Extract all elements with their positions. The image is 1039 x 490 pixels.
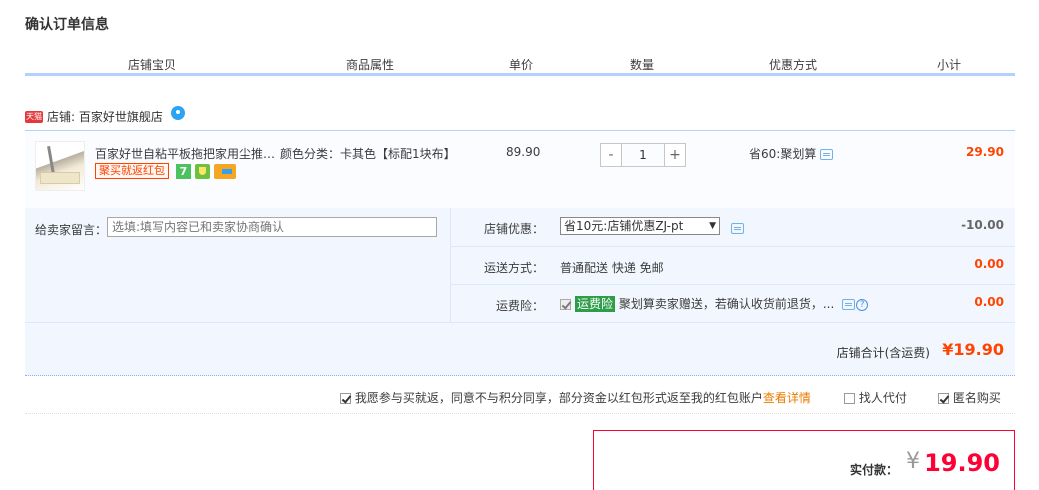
qty-input[interactable]: 1: [622, 143, 664, 167]
quantity-stepper: - 1 +: [600, 143, 686, 167]
help-icon[interactable]: ?: [856, 298, 869, 311]
column-discount: 优惠方式: [769, 58, 818, 72]
options-divider: [450, 208, 451, 322]
item-subtotal: 29.90: [966, 145, 1004, 159]
shipping-amount: 0.00: [974, 257, 1004, 271]
qty-plus-button[interactable]: +: [664, 143, 686, 167]
item-title-link[interactable]: 百家好世自粘平板拖把家用尘推…: [95, 145, 275, 162]
mop-pad-shape: [40, 172, 80, 184]
column-qty: 数量: [630, 58, 655, 72]
shop-coupon-amount: -10.00: [961, 218, 1004, 232]
credit-card-icon[interactable]: [214, 164, 236, 179]
rebate-details-link[interactable]: 查看详情: [763, 391, 811, 405]
insurance-amount: 0.00: [974, 295, 1004, 309]
insurance-checkbox[interactable]: [560, 299, 571, 310]
wangwang-chat-icon[interactable]: [170, 105, 185, 120]
discount-text: 省60:聚划算: [749, 147, 817, 161]
anonymous-option: 匿名购买: [938, 389, 1001, 406]
shop-name[interactable]: 店铺: 百家好世旗舰店: [47, 108, 163, 125]
discount-info: 省60:聚划算: [749, 145, 834, 162]
proxy-pay-option: 找人代付: [844, 389, 907, 406]
insurance-tag: 运费险: [575, 296, 616, 312]
message-icon[interactable]: [820, 149, 834, 160]
options-divider: [450, 284, 1015, 285]
message-icon[interactable]: [731, 223, 744, 234]
column-header: 店铺宝贝 商品属性 单价 数量 优惠方式 小计: [25, 52, 1015, 76]
message-icon[interactable]: [842, 299, 856, 310]
column-price: 单价: [509, 58, 534, 72]
quality-guarantee-icon[interactable]: [195, 164, 210, 179]
shipping-method: 普通配送 快递 免邮: [560, 261, 664, 275]
shop-total-label: 店铺合计(含运费): [836, 346, 930, 360]
column-divider: [703, 52, 704, 72]
shop-coupon-label: 店铺优惠：: [483, 222, 544, 236]
item-thumbnail[interactable]: [35, 141, 85, 191]
column-divider: [280, 52, 281, 72]
column-divider: [582, 52, 583, 72]
column-shop-item: 店铺宝贝: [128, 58, 177, 72]
column-divider: [884, 52, 885, 72]
payment-summary: 实付款： ¥ 19.90: [593, 430, 1015, 490]
item-attribute: 颜色分类：卡其色【标配1块布】: [280, 147, 456, 161]
order-item-row: 百家好世自粘平板拖把家用尘推… 颜色分类：卡其色【标配1块布】 聚买就返红包 7…: [25, 130, 1015, 208]
shop-total-amount: ¥19.90: [942, 340, 1004, 359]
agreement-row: 我愿参与买就返，同意不与积分同享，部分资金以红包形式返至我的红包账户查看详情 找…: [25, 382, 1015, 414]
payment-currency: ¥: [906, 449, 920, 474]
redbag-promo-tag[interactable]: 聚买就返红包: [95, 163, 169, 179]
memo-input[interactable]: [107, 217, 437, 237]
qty-minus-button[interactable]: -: [600, 143, 622, 167]
shipping-label: 运送方式：: [483, 261, 544, 275]
insurance-label: 运费险：: [495, 299, 544, 313]
tmall-badge-icon: 天猫: [25, 110, 43, 123]
insurance-row: 运费险 聚划算卖家赠送，若确认收货前退货，... ?: [560, 295, 869, 312]
order-options-panel: 给卖家留言： 店铺优惠： 省10元:店铺优惠ZJ-pt -10.00 运送方式：…: [25, 208, 1015, 376]
shop-coupon-select[interactable]: 省10元:店铺优惠ZJ-pt: [560, 217, 720, 235]
anonymous-checkbox[interactable]: [938, 393, 949, 404]
page-title: 确认订单信息: [25, 17, 109, 33]
rebate-checkbox[interactable]: [340, 393, 351, 404]
unit-price: 89.90: [506, 145, 541, 159]
column-divider: [475, 52, 476, 72]
options-divider: [25, 322, 1015, 323]
anonymous-label: 匿名购买: [952, 391, 1001, 405]
column-subtotal: 小计: [937, 58, 962, 72]
proxy-pay-checkbox[interactable]: [844, 393, 855, 404]
insurance-text: 聚划算卖家赠送，若确认收货前退货，...: [618, 297, 835, 311]
rebate-agreement: 我愿参与买就返，同意不与积分同享，部分资金以红包形式返至我的红包账户查看详情: [340, 389, 811, 406]
seven-day-return-icon[interactable]: 7: [176, 164, 191, 179]
shop-line: 天猫 店铺: 百家好世旗舰店: [25, 105, 185, 125]
rebate-text: 我愿参与买就返，同意不与积分同享，部分资金以红包形式返至我的红包账户: [354, 391, 763, 405]
payment-label: 实付款：: [849, 463, 898, 477]
payment-amount: 19.90: [924, 449, 1000, 477]
proxy-pay-label: 找人代付: [858, 391, 907, 405]
options-divider: [450, 246, 1015, 247]
column-attr: 商品属性: [346, 58, 395, 72]
memo-label: 给卖家留言：: [35, 223, 108, 237]
